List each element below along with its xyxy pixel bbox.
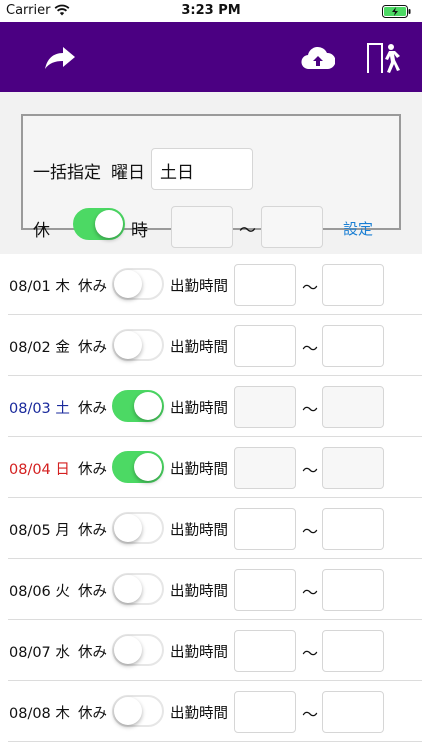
holiday-toggle[interactable] bbox=[112, 634, 164, 666]
work-time-label: 出勤時間 bbox=[170, 279, 228, 295]
tilde-separator: ～ bbox=[302, 461, 319, 480]
bulk-end-time-input[interactable] bbox=[261, 206, 323, 248]
holiday-toggle[interactable] bbox=[112, 573, 164, 605]
end-time-input[interactable] bbox=[322, 691, 384, 733]
holiday-label: 休み bbox=[78, 279, 107, 295]
holiday-label: 休み bbox=[78, 523, 107, 539]
day-row: 08/02 金休み 出勤時間 ～ bbox=[0, 315, 422, 376]
work-time-label: 出勤時間 bbox=[170, 706, 228, 722]
start-time-input[interactable] bbox=[234, 691, 296, 733]
holiday-label: 休み bbox=[78, 645, 107, 661]
start-time-input[interactable] bbox=[234, 447, 296, 489]
end-time-input[interactable] bbox=[322, 264, 384, 306]
day-row: 08/07 水休み 出勤時間 ～ bbox=[0, 620, 422, 681]
end-time-input[interactable] bbox=[322, 508, 384, 550]
bulk-holiday-toggle[interactable] bbox=[73, 208, 125, 240]
bulk-title: 一括指定 bbox=[33, 163, 101, 183]
cloud-upload-icon[interactable] bbox=[298, 38, 338, 78]
holiday-toggle[interactable] bbox=[112, 390, 164, 422]
holiday-label: 休み bbox=[78, 462, 107, 478]
start-time-input[interactable] bbox=[234, 508, 296, 550]
day-date: 08/05 月 bbox=[9, 523, 70, 539]
end-time-input[interactable] bbox=[322, 386, 384, 428]
bulk-settings-box: 一括指定 曜日 土日 休 時 ～ 設定 bbox=[21, 114, 401, 248]
bulk-tilde: ～ bbox=[239, 221, 256, 241]
day-date: 08/01 木 bbox=[9, 279, 70, 295]
row-divider bbox=[8, 741, 422, 742]
holiday-label: 休み bbox=[78, 584, 107, 600]
tilde-separator: ～ bbox=[302, 522, 319, 541]
tilde-separator: ～ bbox=[302, 583, 319, 602]
holiday-toggle[interactable] bbox=[112, 695, 164, 727]
holiday-toggle[interactable] bbox=[112, 268, 164, 300]
day-row: 08/04 日休み 出勤時間 ～ bbox=[0, 437, 422, 498]
weekday-label: 曜日 bbox=[111, 163, 145, 183]
start-time-input[interactable] bbox=[234, 569, 296, 611]
start-time-input[interactable] bbox=[234, 386, 296, 428]
end-time-input[interactable] bbox=[322, 447, 384, 489]
work-time-label: 出勤時間 bbox=[170, 401, 228, 417]
holiday-label: 休み bbox=[78, 706, 107, 722]
day-date: 08/08 木 bbox=[9, 706, 70, 722]
holiday-toggle[interactable] bbox=[112, 512, 164, 544]
holiday-toggle[interactable] bbox=[112, 329, 164, 361]
start-time-input[interactable] bbox=[234, 325, 296, 367]
bulk-start-time-input[interactable] bbox=[171, 206, 233, 248]
tilde-separator: ～ bbox=[302, 339, 319, 358]
battery-icon bbox=[382, 5, 412, 22]
work-time-label: 出勤時間 bbox=[170, 523, 228, 539]
bulk-settings-area: 一括指定 曜日 土日 休 時 ～ 設定 bbox=[0, 92, 422, 254]
day-row: 08/03 土休み 出勤時間 ～ bbox=[0, 376, 422, 437]
tilde-separator: ～ bbox=[302, 705, 319, 724]
work-time-label: 出勤時間 bbox=[170, 462, 228, 478]
start-time-input[interactable] bbox=[234, 630, 296, 672]
day-date: 08/03 土 bbox=[9, 401, 70, 417]
work-time-label: 出勤時間 bbox=[170, 340, 228, 356]
holiday-toggle[interactable] bbox=[112, 451, 164, 483]
holiday-label: 休み bbox=[78, 340, 107, 356]
set-button[interactable]: 設定 bbox=[343, 218, 373, 239]
navbar bbox=[0, 22, 422, 92]
day-date: 08/04 日 bbox=[9, 462, 70, 478]
day-date: 08/06 火 bbox=[9, 584, 70, 600]
share-forward-icon[interactable] bbox=[40, 38, 80, 78]
weekday-input[interactable]: 土日 bbox=[151, 148, 253, 190]
day-date: 08/07 水 bbox=[9, 645, 70, 661]
work-time-label: 出勤時間 bbox=[170, 645, 228, 661]
end-time-input[interactable] bbox=[322, 569, 384, 611]
status-time: 3:23 PM bbox=[181, 3, 241, 18]
bulk-time-label: 時 bbox=[131, 221, 148, 241]
end-time-input[interactable] bbox=[322, 630, 384, 672]
exit-door-icon[interactable] bbox=[362, 38, 402, 78]
start-time-input[interactable] bbox=[234, 264, 296, 306]
day-row: 08/01 木休み 出勤時間 ～ bbox=[0, 254, 422, 315]
end-time-input[interactable] bbox=[322, 325, 384, 367]
tilde-separator: ～ bbox=[302, 278, 319, 297]
holiday-label: 休み bbox=[78, 401, 107, 417]
day-row: 08/08 木休み 出勤時間 ～ bbox=[0, 681, 422, 742]
day-row: 08/05 月休み 出勤時間 ～ bbox=[0, 498, 422, 559]
tilde-separator: ～ bbox=[302, 644, 319, 663]
day-date: 08/02 金 bbox=[9, 340, 70, 356]
status-bar: Carrier 3:23 PM bbox=[0, 0, 422, 22]
work-time-label: 出勤時間 bbox=[170, 584, 228, 600]
tilde-separator: ～ bbox=[302, 400, 319, 419]
bulk-holiday-label: 休 bbox=[33, 221, 50, 241]
day-row: 08/06 火休み 出勤時間 ～ bbox=[0, 559, 422, 620]
